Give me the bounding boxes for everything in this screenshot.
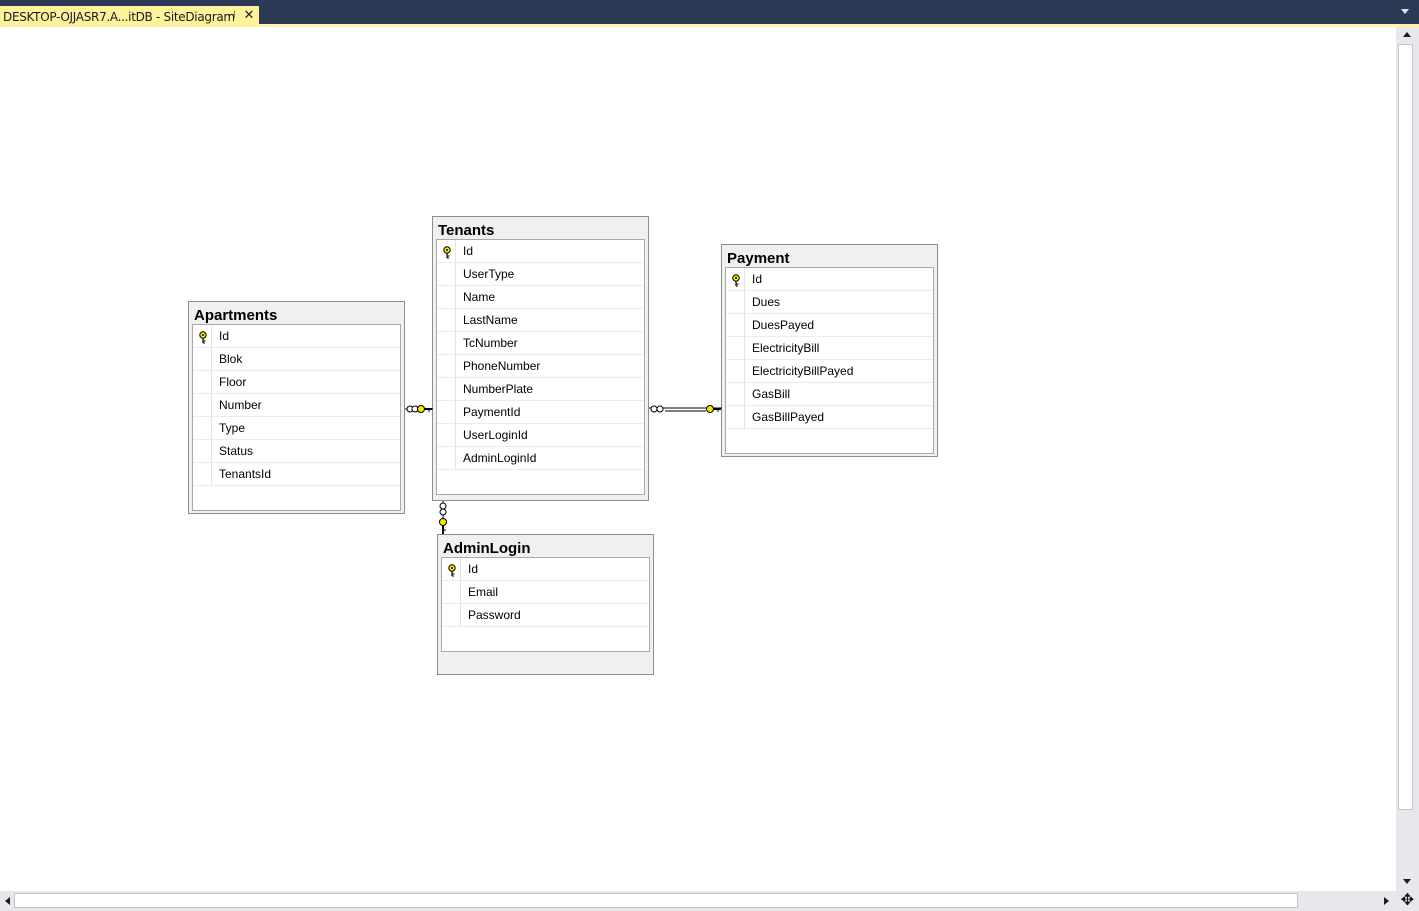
key-icon: [417, 405, 432, 413]
relationship-apartments-tenants[interactable]: [405, 405, 433, 413]
tab-title: DESKTOP-OJJASR7.A...itDB - SiteDiagram: [3, 9, 235, 24]
pan-move-icon[interactable]: ✥: [1396, 891, 1419, 911]
relationship-tenants-adminlogin[interactable]: [439, 501, 447, 534]
relationship-tenants-payment[interactable]: [649, 405, 722, 413]
scroll-down-arrow-icon[interactable]: [1403, 879, 1411, 884]
tab-site-diagram[interactable]: DESKTOP-OJJASR7.A...itDB - SiteDiagram ⊣…: [0, 6, 259, 27]
infinity-icon: [439, 502, 447, 510]
diagram-canvas[interactable]: Apartments Id Blok Floor Number Type Status Te…: [0, 27, 1396, 891]
tab-overflow-chevron-down-icon[interactable]: [1401, 9, 1409, 14]
relationship-lines: [405, 405, 722, 534]
horizontal-scrollbar[interactable]: [0, 891, 1396, 911]
scroll-right-arrow-icon[interactable]: [1384, 897, 1389, 905]
pin-icon[interactable]: ⊣: [225, 10, 237, 22]
infinity-icon: [650, 405, 658, 413]
horizontal-scroll-thumb[interactable]: [14, 893, 1298, 908]
vertical-scroll-thumb[interactable]: [1398, 44, 1413, 810]
close-icon[interactable]: ✕: [242, 9, 256, 23]
key-icon: [439, 518, 447, 534]
vertical-scrollbar[interactable]: [1396, 27, 1419, 891]
document-tab-strip: DESKTOP-OJJASR7.A...itDB - SiteDiagram ⊣…: [0, 0, 1419, 27]
key-icon: [706, 405, 721, 413]
scroll-up-arrow-icon[interactable]: [1403, 32, 1411, 37]
scroll-left-arrow-icon[interactable]: [5, 897, 10, 905]
